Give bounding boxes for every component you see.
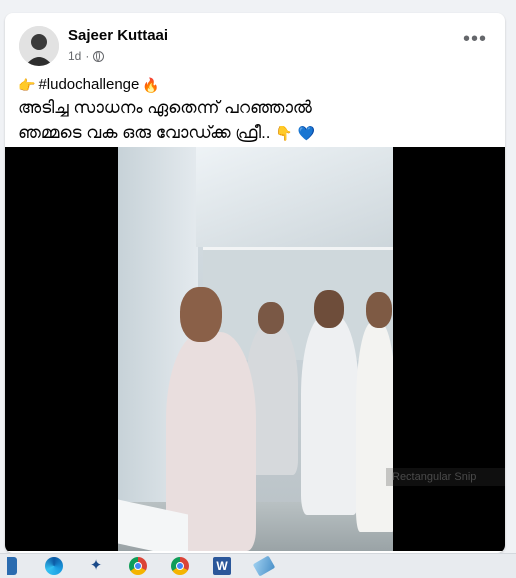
taskbar-edge[interactable] [42,555,66,577]
post-time[interactable]: 1d [68,49,81,63]
avatar-image [19,26,59,66]
more-options-button[interactable]: ••• [463,29,487,49]
taskbar-bird-app[interactable]: ✦ [84,555,108,577]
taskbar-chrome-1[interactable] [126,555,150,577]
chrome-icon [171,557,189,575]
eraser-icon [252,555,276,577]
post-caption: 👉 #ludochallenge 🔥 അടിച്ച സാധനം ഏതെന്ന് … [18,75,488,146]
word-icon: W [213,557,231,575]
bird-app-icon: ✦ [89,557,103,574]
video-frame [118,147,393,551]
hashtag-link[interactable]: #ludochallenge [38,75,139,95]
blue-heart-emoji: 💙 [297,125,315,141]
rectangular-snip-overlay: Rectangular Snip [386,468,505,486]
taskbar-partial-app[interactable] [0,555,24,577]
windows-taskbar: ✦ W [0,553,516,578]
pointing-down-emoji: 👇 [275,125,293,141]
taskbar-chrome-2[interactable] [168,555,192,577]
fire-emoji: 🔥 [142,77,160,93]
caption-line-1: അടിച്ച സാധനം ഏതെന്ന് പറഞ്ഞാൽ [18,98,312,117]
caption-line-2: ഞമ്മടെ വക ഒരു വോഡ്ക്ക ഫ്രീ.. 👇 💙 [18,120,488,146]
chrome-icon [129,557,147,575]
globe-icon [93,50,105,62]
app-icon [7,557,17,575]
caption-line-2-text: ഞമ്മടെ വക ഒരു വോഡ്ക്ക ഫ്രീ.. [18,123,271,142]
post-meta: 1d · [68,49,105,63]
taskbar-eraser-app[interactable] [252,555,276,577]
taskbar-word[interactable]: W [210,555,234,577]
video-player[interactable] [5,147,505,551]
author-name[interactable]: Sajeer Kuttaai [68,27,168,44]
author-avatar[interactable] [19,26,59,66]
pointing-hand-emoji: 👉 [18,77,36,93]
edge-icon [45,557,63,575]
